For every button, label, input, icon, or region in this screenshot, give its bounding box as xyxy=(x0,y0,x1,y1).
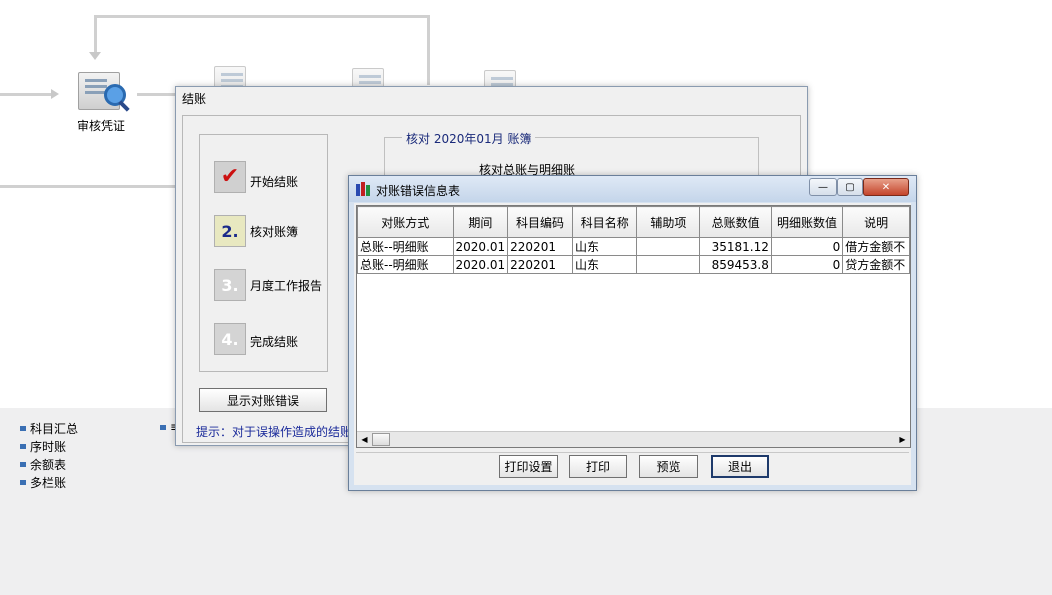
table-row[interactable]: 总账--明细账 2020.01 220201 山东 859453.8 0 贷方金… xyxy=(357,255,910,274)
column-header-detail-value[interactable]: 明细账数值 xyxy=(770,206,844,238)
cell-period: 2020.01 xyxy=(452,255,509,274)
window-title: 结账 xyxy=(182,91,207,106)
step-complete-label: 完成结账 xyxy=(250,335,299,349)
step-complete-icon: 4. xyxy=(214,323,246,355)
flow-connector xyxy=(0,185,178,188)
book-spine xyxy=(356,184,360,196)
cell-period: 2020.01 xyxy=(452,237,509,256)
window-titlebar: 结账 xyxy=(176,87,807,109)
books-icon xyxy=(356,182,370,196)
bullet-icon xyxy=(20,462,26,467)
maximize-icon: ▢ xyxy=(845,181,855,193)
step-report-label: 月度工作报告 xyxy=(250,279,323,293)
cell-method: 总账--明细账 xyxy=(357,237,454,256)
nav-link-label: 科目汇总 xyxy=(30,422,79,436)
step-number: 2. xyxy=(221,221,239,241)
flow-connector xyxy=(0,93,52,96)
error-grid: 对账方式 期间 科目编码 科目名称 辅助项 总账数值 明细账数值 说明 总账--… xyxy=(357,206,910,274)
cell-detail-value: 0 xyxy=(770,237,844,256)
cell-code: 220201 xyxy=(507,255,573,274)
step-start-label: 开始结账 xyxy=(250,175,299,189)
scroll-left-icon[interactable]: ◀ xyxy=(357,432,372,447)
column-header-period[interactable]: 期间 xyxy=(452,206,509,238)
scroll-thumb[interactable] xyxy=(372,433,390,446)
flow-arrow-icon xyxy=(51,89,59,99)
table-header-row: 对账方式 期间 科目编码 科目名称 辅助项 总账数值 明细账数值 说明 xyxy=(357,206,910,238)
flow-connector xyxy=(96,15,430,18)
step-number: 3. xyxy=(221,275,239,295)
flow-connector xyxy=(427,15,430,85)
cell-auxiliary xyxy=(636,237,701,256)
magnifier-handle xyxy=(118,100,130,112)
review-voucher-icon[interactable] xyxy=(78,72,132,112)
step-number: 4. xyxy=(221,329,239,349)
table-row[interactable]: 总账--明细账 2020.01 220201 山东 35181.12 0 借方金… xyxy=(357,237,910,256)
print-button[interactable]: 打印 xyxy=(569,455,627,478)
hint-text: 提示：对于误操作造成的结账 xyxy=(196,425,353,439)
horizontal-scrollbar[interactable]: ◀ ▶ xyxy=(357,431,910,447)
nav-link-label: 序时账 xyxy=(30,440,67,454)
exit-button[interactable]: 退出 xyxy=(711,455,769,478)
minimize-button[interactable]: — xyxy=(809,178,837,196)
cell-description: 借方金额不 xyxy=(842,237,910,256)
bullet-icon xyxy=(160,424,166,430)
nav-link-subject-summary[interactable]: 科目汇总 xyxy=(20,420,78,437)
bullet-icon xyxy=(20,480,26,485)
nav-link-label: 余额表 xyxy=(30,458,67,472)
reconcile-error-window: 对账错误信息表 — ▢ ✕ 对账方式 期间 科目编码 科目名称 辅助项 总账数值… xyxy=(348,175,917,491)
flow-connector xyxy=(137,93,177,96)
cell-ledger-value: 859453.8 xyxy=(699,255,772,274)
cell-name: 山东 xyxy=(571,255,638,274)
cell-auxiliary xyxy=(636,255,701,274)
check-group-title: 核对 2020年01月 账簿 xyxy=(402,130,536,147)
column-header-auxiliary[interactable]: 辅助项 xyxy=(636,206,701,238)
column-header-method[interactable]: 对账方式 xyxy=(357,206,454,238)
cell-detail-value: 0 xyxy=(770,255,844,274)
cell-method: 总账--明细账 xyxy=(357,255,454,274)
close-icon: ✕ xyxy=(881,181,891,193)
nav-link-balance-sheet[interactable]: 余额表 xyxy=(20,456,66,473)
minimize-icon: — xyxy=(818,181,828,193)
cell-description: 贷方金额不 xyxy=(842,255,910,274)
check-mark-icon: ✔ xyxy=(220,164,240,189)
nav-link-journal[interactable]: 序时账 xyxy=(20,438,66,455)
cell-code: 220201 xyxy=(507,237,573,256)
column-header-name[interactable]: 科目名称 xyxy=(571,206,638,238)
nav-link-multi-column[interactable]: 多栏账 xyxy=(20,474,66,491)
bullet-icon xyxy=(20,426,26,431)
cell-name: 山东 xyxy=(571,237,638,256)
column-header-ledger-value[interactable]: 总账数值 xyxy=(699,206,772,238)
step-start-icon: ✔ xyxy=(214,161,246,193)
nav-link-label: 多栏账 xyxy=(30,476,67,490)
cell-ledger-value: 35181.12 xyxy=(699,237,772,256)
flow-connector xyxy=(94,15,97,53)
step-check-label: 核对账簿 xyxy=(250,225,299,239)
show-errors-button[interactable]: 显示对账错误 xyxy=(199,388,327,412)
divider xyxy=(356,452,909,453)
bullet-icon xyxy=(20,444,26,449)
close-button[interactable]: ✕ xyxy=(863,178,909,196)
flow-arrow-icon xyxy=(89,52,101,60)
column-header-code[interactable]: 科目编码 xyxy=(507,206,573,238)
scroll-right-icon[interactable]: ▶ xyxy=(895,432,910,447)
maximize-button[interactable]: ▢ xyxy=(837,178,863,196)
error-table[interactable]: 对账方式 期间 科目编码 科目名称 辅助项 总账数值 明细账数值 说明 总账--… xyxy=(356,205,911,448)
column-header-description[interactable]: 说明 xyxy=(842,206,910,238)
window-titlebar: 对账错误信息表 — ▢ ✕ xyxy=(349,176,916,202)
steps-panel: ✔ 开始结账 2. 核对账簿 3. 月度工作报告 4. 完成结账 xyxy=(199,134,328,372)
review-voucher-label[interactable]: 审核凭证 xyxy=(77,117,125,134)
print-setup-button[interactable]: 打印设置 xyxy=(499,455,558,478)
window-title: 对账错误信息表 xyxy=(376,184,461,198)
preview-button[interactable]: 预览 xyxy=(639,455,698,478)
step-check-icon: 2. xyxy=(214,215,246,247)
step-report-icon: 3. xyxy=(214,269,246,301)
book-spine xyxy=(366,185,370,196)
book-spine xyxy=(361,182,365,196)
